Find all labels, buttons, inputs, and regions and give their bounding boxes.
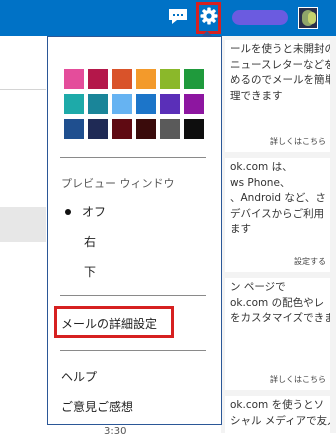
- avatar[interactable]: [298, 7, 318, 29]
- preview-option-off[interactable]: オフ: [82, 203, 106, 220]
- preview-pane-heading: プレビュー ウィンドウ: [61, 177, 175, 190]
- advanced-mail-settings[interactable]: メールの詳細設定: [61, 315, 157, 332]
- theme-color-swatch[interactable]: [184, 119, 204, 139]
- theme-color-swatch[interactable]: [112, 69, 132, 89]
- theme-color-swatch[interactable]: [184, 69, 204, 89]
- help-item[interactable]: ヘルプ: [61, 368, 97, 385]
- menu-divider: [60, 295, 206, 296]
- theme-color-swatch[interactable]: [112, 94, 132, 114]
- theme-color-swatch[interactable]: [88, 94, 108, 114]
- info-card-link[interactable]: 詳しくはこちら: [270, 372, 326, 388]
- settings-button[interactable]: [196, 2, 221, 34]
- info-card-link[interactable]: 設定する: [294, 254, 326, 270]
- info-card-text: ン ページで ok.com の配色やレ をカスタマイズできま: [230, 281, 330, 324]
- theme-color-swatch[interactable]: [88, 119, 108, 139]
- feedback-item[interactable]: ご意見ご感想: [61, 398, 133, 415]
- info-card-text: ok.com を使うとソ シャル メディアで友人や: [230, 399, 330, 427]
- info-card: ールを使うと未開封の ニュースレターなどを めるのでメールを簡単 理できます 詳…: [225, 40, 330, 152]
- theme-color-swatch[interactable]: [160, 119, 180, 139]
- theme-color-swatch[interactable]: [64, 94, 84, 114]
- preview-option-bottom[interactable]: 下: [84, 263, 96, 280]
- info-card-text: ールを使うと未開封の ニュースレターなどを めるのでメールを簡単 理できます: [230, 43, 330, 102]
- info-card-link[interactable]: 詳しくはこちら: [270, 134, 326, 150]
- menu-divider: [60, 350, 206, 351]
- info-card: ン ページで ok.com の配色やレ をカスタマイズできま 詳しくはこちら: [225, 278, 330, 390]
- theme-color-swatch[interactable]: [64, 119, 84, 139]
- gear-icon: [200, 7, 218, 29]
- theme-color-swatch[interactable]: [160, 94, 180, 114]
- theme-color-swatch[interactable]: [136, 69, 156, 89]
- theme-color-swatch[interactable]: [184, 94, 204, 114]
- info-card: ok.com を使うとソ シャル メディアで友人や: [225, 396, 330, 433]
- info-card: ok.com は、 ws Phone、 、Android など、さ デバイスから…: [225, 158, 330, 272]
- theme-color-swatch[interactable]: [136, 94, 156, 114]
- theme-color-swatch[interactable]: [88, 69, 108, 89]
- theme-color-palette: [64, 69, 208, 139]
- info-card-text: ok.com は、 ws Phone、 、Android など、さ デバイスから…: [230, 161, 326, 235]
- theme-color-swatch[interactable]: [136, 119, 156, 139]
- username-redacted[interactable]: [232, 10, 288, 25]
- chat-icon[interactable]: [168, 8, 188, 26]
- selected-bullet-icon: [65, 209, 71, 215]
- theme-color-swatch[interactable]: [112, 119, 132, 139]
- left-pane-divider: [0, 89, 46, 90]
- left-pane-selected-item[interactable]: [0, 207, 46, 242]
- theme-color-swatch[interactable]: [160, 69, 180, 89]
- theme-color-swatch[interactable]: [64, 69, 84, 89]
- settings-menu: プレビュー ウィンドウ オフ 右 下 メールの詳細設定 ヘルプ ご意見ご感想: [47, 36, 222, 425]
- preview-option-right[interactable]: 右: [84, 233, 96, 250]
- menu-divider: [60, 157, 206, 158]
- message-time: 3:30: [104, 426, 127, 437]
